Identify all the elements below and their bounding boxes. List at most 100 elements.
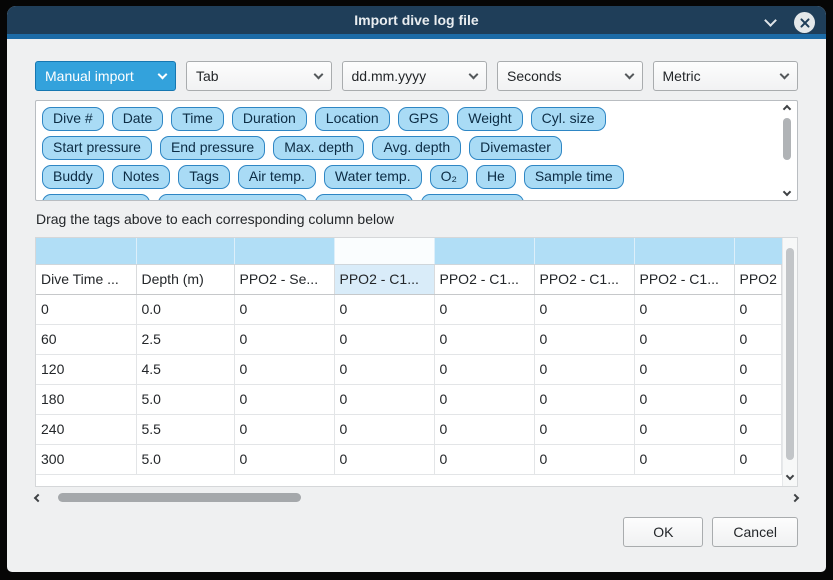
table-cell: 0.0 <box>136 294 234 324</box>
tag-chip[interactable]: O₂ <box>430 165 468 189</box>
table-cell: 0 <box>334 384 434 414</box>
combo-dd-mm-yyyy[interactable]: dd.mm.yyyy <box>342 61 488 91</box>
dialog-buttons: OK Cancel <box>35 517 798 547</box>
tag-chip[interactable]: Sample pO₂ <box>315 194 412 201</box>
tag-chip[interactable]: End pressure <box>160 136 265 160</box>
tag-row: Dive # Date Time Duration Location GPS Weight C… <box>42 107 773 131</box>
table-cell: 0 <box>734 294 782 324</box>
combo-value: Manual import <box>45 68 134 84</box>
scroll-down-icon[interactable] <box>783 188 791 196</box>
scroll-up-icon[interactable] <box>783 105 791 113</box>
scrollbar-track[interactable] <box>48 490 785 505</box>
chevron-down-icon <box>469 70 479 80</box>
scroll-right-icon[interactable] <box>791 493 799 501</box>
scrollbar-thumb[interactable] <box>786 248 794 460</box>
table-cell: 0 <box>534 354 634 384</box>
combo-manual-import[interactable]: Manual import <box>35 61 176 91</box>
table-vertical-scrollbar[interactable] <box>782 238 797 486</box>
tag-chip[interactable]: Notes <box>112 165 171 189</box>
table-horizontal-scrollbar[interactable] <box>35 490 798 505</box>
scrollbar-thumb[interactable] <box>58 493 301 502</box>
table-cell: 0 <box>234 294 334 324</box>
tag-chip[interactable]: Air temp. <box>238 165 316 189</box>
table-cell: 0 <box>534 444 634 474</box>
tag-chip[interactable]: Weight <box>457 107 522 131</box>
column-drop-target[interactable] <box>634 238 734 264</box>
tag-chip[interactable]: He <box>476 165 516 189</box>
table-cell: 0 <box>734 324 782 354</box>
table-cell: 0 <box>234 354 334 384</box>
combo-metric[interactable]: Metric <box>653 61 799 91</box>
table-cell: 0 <box>434 354 534 384</box>
column-drop-target[interactable] <box>434 238 534 264</box>
combo-tab[interactable]: Tab <box>186 61 332 91</box>
tag-chip[interactable]: Buddy <box>42 165 104 189</box>
table-cell: 2.5 <box>136 324 234 354</box>
column-drop-target[interactable] <box>136 238 234 264</box>
column-drop-target[interactable] <box>734 238 782 264</box>
tag-chip[interactable]: GPS <box>398 107 450 131</box>
table-cell: 0 <box>634 414 734 444</box>
table-row: 00.0000000 <box>36 294 782 324</box>
close-icon <box>799 17 811 29</box>
table-cell: 0 <box>534 324 634 354</box>
tag-chip[interactable]: Duration <box>232 107 307 131</box>
dialog-body: Manual importTabdd.mm.yyyySecondsMetric … <box>7 39 826 572</box>
tag-chip[interactable]: Dive # <box>42 107 104 131</box>
tag-chip[interactable]: Water temp. <box>324 165 422 189</box>
column-drop-target[interactable] <box>234 238 334 264</box>
titlebar-actions <box>761 6 815 39</box>
table-cell: 0 <box>434 384 534 414</box>
table-cell: 0 <box>634 294 734 324</box>
tag-chip[interactable]: Sample temperature <box>158 194 307 201</box>
ok-button[interactable]: OK <box>623 517 703 547</box>
table-cell: 180 <box>36 384 136 414</box>
import-dive-log-dialog: Import dive log file Manual import Tab dd.… <box>7 6 826 572</box>
column-header: PPO2 <box>734 264 782 294</box>
table-body: Dive Time ...Depth (m)PPO2 - Se...PPO2 -… <box>36 238 782 474</box>
chevron-down-icon <box>780 70 790 80</box>
tag-chip[interactable]: Sample CNS <box>421 194 524 201</box>
column-drop-target[interactable] <box>36 238 136 264</box>
combo-value: Metric <box>663 68 701 84</box>
table-cell: 0 <box>434 414 534 444</box>
tag-chip[interactable]: Time <box>171 107 224 131</box>
tag-chip[interactable]: Start pressure <box>42 136 152 160</box>
table-cell: 5.5 <box>136 414 234 444</box>
tag-chip[interactable]: Divemaster <box>469 136 562 160</box>
shade-button[interactable] <box>761 14 779 32</box>
tag-scrollbar[interactable] <box>779 103 795 198</box>
tag-chip[interactable]: Max. depth <box>273 136 364 160</box>
tag-chip[interactable]: Sample depth <box>42 194 150 201</box>
table-cell: 0 <box>434 324 534 354</box>
header-row: Dive Time ...Depth (m)PPO2 - Se...PPO2 -… <box>36 264 782 294</box>
table-cell: 0 <box>734 414 782 444</box>
tag-chip[interactable]: Location <box>315 107 390 131</box>
column-drop-target[interactable] <box>534 238 634 264</box>
close-button[interactable] <box>794 12 815 33</box>
scrollbar-thumb[interactable] <box>783 118 791 160</box>
table-cell: 0 <box>234 324 334 354</box>
column-drop-target[interactable] <box>334 238 434 264</box>
preview-table-wrap: Dive Time ...Depth (m)PPO2 - Se...PPO2 -… <box>35 237 798 487</box>
window-title: Import dive log file <box>7 12 826 28</box>
column-header: Depth (m) <box>136 264 234 294</box>
tag-chip[interactable]: Cyl. size <box>531 107 606 131</box>
cancel-button[interactable]: Cancel <box>712 517 798 547</box>
scroll-down-icon[interactable] <box>786 472 794 480</box>
combo-seconds[interactable]: Seconds <box>497 61 643 91</box>
tag-chip[interactable]: Sample time <box>524 165 624 189</box>
table-row: 1204.5000000 <box>36 354 782 384</box>
table-cell: 60 <box>36 324 136 354</box>
tag-chip[interactable]: Avg. depth <box>372 136 461 160</box>
table-cell: 0 <box>534 294 634 324</box>
table-cell: 0 <box>434 294 534 324</box>
table-cell: 240 <box>36 414 136 444</box>
chevron-down-icon <box>158 70 168 80</box>
table-cell: 0 <box>334 414 434 444</box>
tag-chip[interactable]: Tags <box>178 165 230 189</box>
titlebar[interactable]: Import dive log file <box>7 6 826 39</box>
table-cell: 0 <box>734 354 782 384</box>
tag-chip[interactable]: Date <box>112 107 164 131</box>
scroll-left-icon[interactable] <box>34 493 42 501</box>
